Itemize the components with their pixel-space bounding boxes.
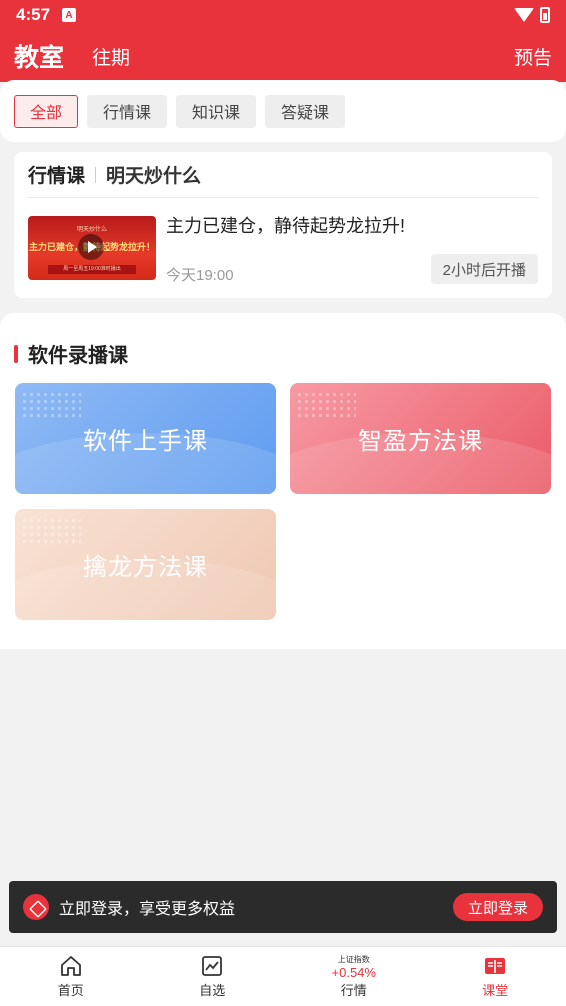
course-card-label: 软件上手课	[83, 428, 208, 455]
tab-label: 首页	[57, 983, 84, 998]
battery-icon	[540, 7, 550, 23]
course-card-dragon[interactable]: 擒龙方法课	[15, 509, 276, 620]
tab-label: 自选	[199, 983, 226, 998]
tab-label: 课堂	[482, 983, 509, 998]
filter-all[interactable]: 全部	[14, 94, 79, 128]
section-title: 软件录播课	[14, 339, 128, 368]
filter-qa[interactable]: 答疑课	[265, 94, 346, 128]
market-course-header: 行情课 明天炒什么	[28, 152, 538, 198]
bottom-tab-bar: 首页 自选 上证指数 +0.54% 行情 课堂	[0, 946, 566, 1006]
course-time: 今天19:00	[166, 267, 234, 284]
play-icon[interactable]	[78, 234, 104, 260]
filter-bar: 全部 行情课 知识课 答疑课	[0, 80, 566, 142]
recorded-courses-section: 软件录播课 软件上手课 智盈方法课 擒龙方法课	[0, 313, 566, 649]
login-prompt: 立即登录，享受更多权益	[59, 901, 236, 918]
section-label: 行情课	[28, 166, 86, 187]
filter-knowledge[interactable]: 知识课	[176, 94, 257, 128]
header: 教室 往期 预告	[0, 30, 566, 82]
tab-past[interactable]: 往期	[92, 43, 130, 70]
chart-icon	[202, 956, 223, 976]
thumb-footer: 周一至周五19:00准时播出	[48, 265, 136, 274]
tab-label: 行情	[340, 983, 367, 998]
tab-home[interactable]: 首页	[0, 947, 142, 1006]
divider	[95, 166, 97, 183]
recorded-title: 软件录播课	[28, 345, 128, 367]
index-name: 上证指数	[337, 955, 370, 964]
tab-classroom-title[interactable]: 教室	[14, 38, 64, 74]
course-card-method[interactable]: 智盈方法课	[290, 383, 551, 494]
course-card-label: 智盈方法课	[358, 428, 483, 455]
market-course-card[interactable]: 行情课 明天炒什么 明天炒什么 主力已建仓，静待起势龙拉升！ 周一至周五19:0…	[14, 152, 552, 298]
course-card-label: 擒龙方法课	[83, 554, 208, 581]
preview-button[interactable]: 预告	[514, 43, 552, 70]
login-banner: 立即登录，享受更多权益 立即登录	[9, 881, 557, 933]
tab-watchlist[interactable]: 自选	[142, 947, 284, 1006]
course-title: 主力已建仓，静待起势龙拉升!	[166, 216, 405, 236]
login-button[interactable]: 立即登录	[452, 893, 543, 921]
status-bar: 4:57 A	[0, 0, 566, 30]
tab-classroom[interactable]: 课堂	[425, 947, 566, 1006]
status-time: 4:57	[16, 5, 51, 24]
index-change: +0.54%	[331, 965, 376, 980]
tab-market[interactable]: 上证指数 +0.54% 行情	[283, 947, 425, 1006]
section-subtitle: 明天炒什么	[106, 166, 202, 187]
filter-market[interactable]: 行情课	[87, 94, 168, 128]
book-icon	[485, 958, 506, 974]
app-logo-icon	[23, 894, 49, 920]
home-icon	[60, 956, 81, 976]
course-thumbnail[interactable]: 明天炒什么 主力已建仓，静待起势龙拉升！ 周一至周五19:00准时播出	[28, 216, 156, 280]
accent-bar	[14, 344, 18, 363]
notification-icon: A	[62, 8, 77, 22]
course-card-software[interactable]: 软件上手课	[15, 383, 276, 494]
wifi-icon	[514, 8, 534, 22]
thumb-title: 明天炒什么	[76, 227, 107, 233]
countdown-badge: 2小时后开播	[430, 254, 538, 284]
